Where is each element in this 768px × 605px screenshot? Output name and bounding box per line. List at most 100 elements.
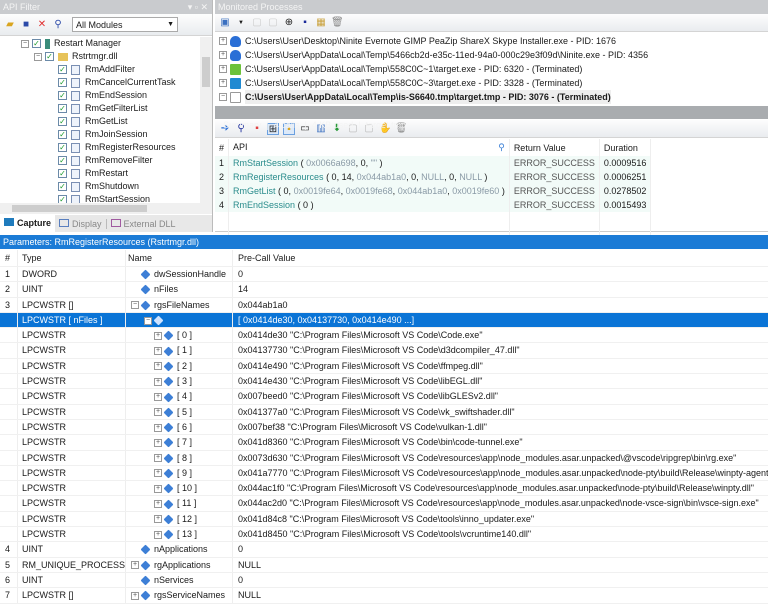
trash-icon[interactable]: 🗑: [331, 17, 344, 29]
parameter-row[interactable]: 2 UINT nFiles 14: [0, 282, 768, 298]
parameter-row[interactable]: LPCWSTR + [ 7 ] 0x041d8360 "C:\Program File…: [0, 435, 768, 451]
tree-function-item[interactable]: ✓ RmGetList: [21, 115, 200, 128]
parameter-row[interactable]: 1 DWORD dwSessionHandle 0: [0, 267, 768, 283]
parameter-row[interactable]: LPCWSTR + [ 10 ] 0x044ac1f0 "C:\Program Fil…: [0, 481, 768, 497]
tree-vscrollbar[interactable]: [200, 37, 212, 203]
tree-function-item[interactable]: ✓ RmEndSession: [21, 89, 200, 102]
collapse-icon[interactable]: −: [34, 52, 42, 61]
parameter-row[interactable]: LPCWSTR + [ 4 ] 0x007beed0 "C:\Program File…: [0, 389, 768, 405]
search-icon[interactable]: ⚲: [498, 142, 505, 153]
parameter-row[interactable]: 6 UINT nServices 0: [0, 572, 768, 589]
expand-icon[interactable]: +: [131, 591, 139, 600]
api-call-row[interactable]: 2 RmRegisterResources ( 0, 14, 0x044ab1a0…: [215, 170, 652, 184]
col-return-value[interactable]: Return Value: [509, 139, 600, 156]
tree-group[interactable]: − ✓ Restart Manager: [21, 37, 200, 50]
checkbox[interactable]: ✓: [58, 130, 67, 139]
expand-icon[interactable]: +: [219, 37, 227, 45]
parameter-row[interactable]: LPCWSTR + [ 8 ] 0x0073d630 "C:\Program File…: [0, 450, 768, 466]
parameter-row[interactable]: LPCWSTR + [ 12 ] 0x041d84c8 "C:\Program Fil…: [0, 511, 768, 528]
col-number[interactable]: #: [0, 250, 18, 266]
parameter-row[interactable]: LPCWSTR + [ 11 ] 0x044ac2d0 "C:\Program Fil…: [0, 496, 768, 512]
tree-dll[interactable]: − ✓ Rstrtmgr.dll: [21, 50, 200, 63]
find-icon[interactable]: ⚲: [52, 19, 64, 31]
expand-icon[interactable]: +: [219, 79, 227, 87]
tab-display[interactable]: Display: [55, 218, 106, 229]
save-icon[interactable]: ■: [20, 19, 32, 31]
expand-icon[interactable]: +: [154, 438, 162, 447]
checkbox[interactable]: ✓: [45, 52, 54, 61]
col-name[interactable]: Name: [126, 250, 233, 266]
tree-function-item[interactable]: ✓ RmAddFilter: [21, 63, 200, 76]
expand-icon[interactable]: +: [154, 347, 162, 356]
col-number[interactable]: #: [215, 139, 229, 156]
col-pre-call-value[interactable]: Pre-Call Value: [233, 250, 768, 266]
parameter-row[interactable]: 3 LPCWSTR [] − rgsFileNames 0x044ab1a0: [0, 297, 768, 313]
attach-icon[interactable]: ▣: [219, 17, 231, 29]
parameter-row[interactable]: LPCWSTR + [ 1 ] 0x04137730 "C:\Program File…: [0, 343, 768, 359]
api-call-row[interactable]: 3 RmGetList ( 0, 0x0019fe64, 0x0019fe68, …: [215, 184, 652, 198]
expand-icon[interactable]: +: [154, 515, 162, 524]
tree-function-item[interactable]: ✓ RmStartSession: [21, 193, 200, 203]
module-select[interactable]: All Modules ▼: [72, 17, 178, 32]
collapse-icon[interactable]: −: [219, 93, 227, 101]
tree-function-item[interactable]: ✓ RmRemoveFilter: [21, 154, 200, 167]
parameter-row[interactable]: LPCWSTR [ nFiles ] − [ 0x0414de30, 0x04137…: [0, 312, 768, 329]
checkbox[interactable]: ✓: [58, 65, 67, 74]
checkbox[interactable]: ✓: [58, 143, 67, 152]
panel-controls-icon[interactable]: ▾ ▫ ✕: [188, 0, 212, 14]
tree-function-item[interactable]: ✓ RmRegisterResources: [21, 141, 200, 154]
tab-capture[interactable]: Capture: [0, 215, 56, 232]
expand-icon[interactable]: +: [154, 530, 162, 539]
expand-icon[interactable]: +: [154, 469, 162, 478]
collapse-icon[interactable]: −: [21, 39, 29, 48]
collapse-icon[interactable]: −: [144, 316, 152, 325]
checkbox[interactable]: ✓: [58, 182, 67, 191]
package-icon[interactable]: ▦: [315, 17, 327, 29]
parameter-row[interactable]: LPCWSTR + [ 3 ] 0x0414e430 "C:\Program File…: [0, 374, 768, 390]
parameter-row[interactable]: LPCWSTR + [ 0 ] 0x0414de30 "C:\Program File…: [0, 328, 768, 344]
api-call-row[interactable]: 1 RmStartSession ( 0x0066a698, 0, "" ) ERR…: [215, 156, 652, 170]
checkbox[interactable]: ✓: [58, 91, 67, 100]
tree-function-item[interactable]: ✓ RmCancelCurrentTask: [21, 76, 200, 89]
parameter-row[interactable]: 7 LPCWSTR [] + rgsServiceNames NULL: [0, 588, 768, 604]
checkbox[interactable]: ✓: [58, 78, 67, 87]
process-item[interactable]: − C:\Users\User\AppData\Local\Temp\is-S66…: [219, 90, 768, 104]
col-api[interactable]: API ⚲: [228, 139, 510, 156]
process-item[interactable]: + C:\Users\User\Desktop\Ninite Evernote G…: [219, 34, 768, 48]
col-duration[interactable]: Duration: [599, 139, 652, 156]
expand-icon[interactable]: +: [154, 454, 162, 463]
expand-icon[interactable]: +: [154, 408, 162, 417]
col-type[interactable]: Type: [18, 250, 126, 266]
parameter-row[interactable]: 4 UINT nApplications 0: [0, 542, 768, 558]
tree-hscrollbar[interactable]: [0, 203, 212, 214]
checkbox[interactable]: ✓: [58, 169, 67, 178]
parameter-row[interactable]: LPCWSTR + [ 5 ] 0x041377a0 "C:\Program File…: [0, 404, 768, 420]
process-item[interactable]: + C:\Users\User\AppData\Local\Temp\558C0C…: [219, 62, 768, 76]
parameter-row[interactable]: 5 RM_UNIQUE_PROCESS [] + rgApplications NULL: [0, 557, 768, 573]
expand-icon[interactable]: +: [131, 561, 139, 570]
parameter-row[interactable]: LPCWSTR + [ 13 ] 0x041d8450 "C:\Program Fil…: [0, 527, 768, 543]
expand-icon[interactable]: +: [154, 484, 162, 493]
expand-icon[interactable]: +: [154, 377, 162, 386]
expand-icon[interactable]: +: [219, 65, 227, 73]
delete-icon[interactable]: ✕: [36, 19, 48, 31]
checkbox[interactable]: ✓: [58, 104, 67, 113]
collapse-icon[interactable]: −: [131, 301, 139, 310]
parameter-row[interactable]: LPCWSTR + [ 9 ] 0x041a7770 "C:\Program File…: [0, 465, 768, 482]
tree-function-item[interactable]: ✓ RmGetFilterList: [21, 102, 200, 115]
dropdown-icon[interactable]: ▼: [235, 17, 247, 29]
checkbox[interactable]: ✓: [58, 117, 67, 126]
checkbox[interactable]: ✓: [32, 39, 41, 48]
expand-icon[interactable]: +: [154, 393, 162, 401]
checkbox[interactable]: ✓: [58, 195, 67, 203]
parameter-row[interactable]: LPCWSTR + [ 2 ] 0x0414e490 "C:\Program File…: [0, 358, 768, 375]
checkbox[interactable]: ✓: [58, 156, 67, 165]
tree-function-item[interactable]: ✓ RmRestart: [21, 167, 200, 180]
api-call-row[interactable]: 4 RmEndSession ( 0 ) ERROR_SUCCESS 0.001549…: [215, 198, 652, 212]
expand-icon[interactable]: +: [219, 51, 227, 59]
expand-icon[interactable]: +: [154, 331, 162, 340]
process-item[interactable]: + C:\Users\User\AppData\Local\Temp\558C0C…: [219, 76, 768, 90]
expand-icon[interactable]: +: [154, 500, 162, 509]
parameter-row[interactable]: LPCWSTR + [ 6 ] 0x007bef38 "C:\Program File…: [0, 419, 768, 436]
open-folder-icon[interactable]: ▰: [4, 19, 16, 31]
